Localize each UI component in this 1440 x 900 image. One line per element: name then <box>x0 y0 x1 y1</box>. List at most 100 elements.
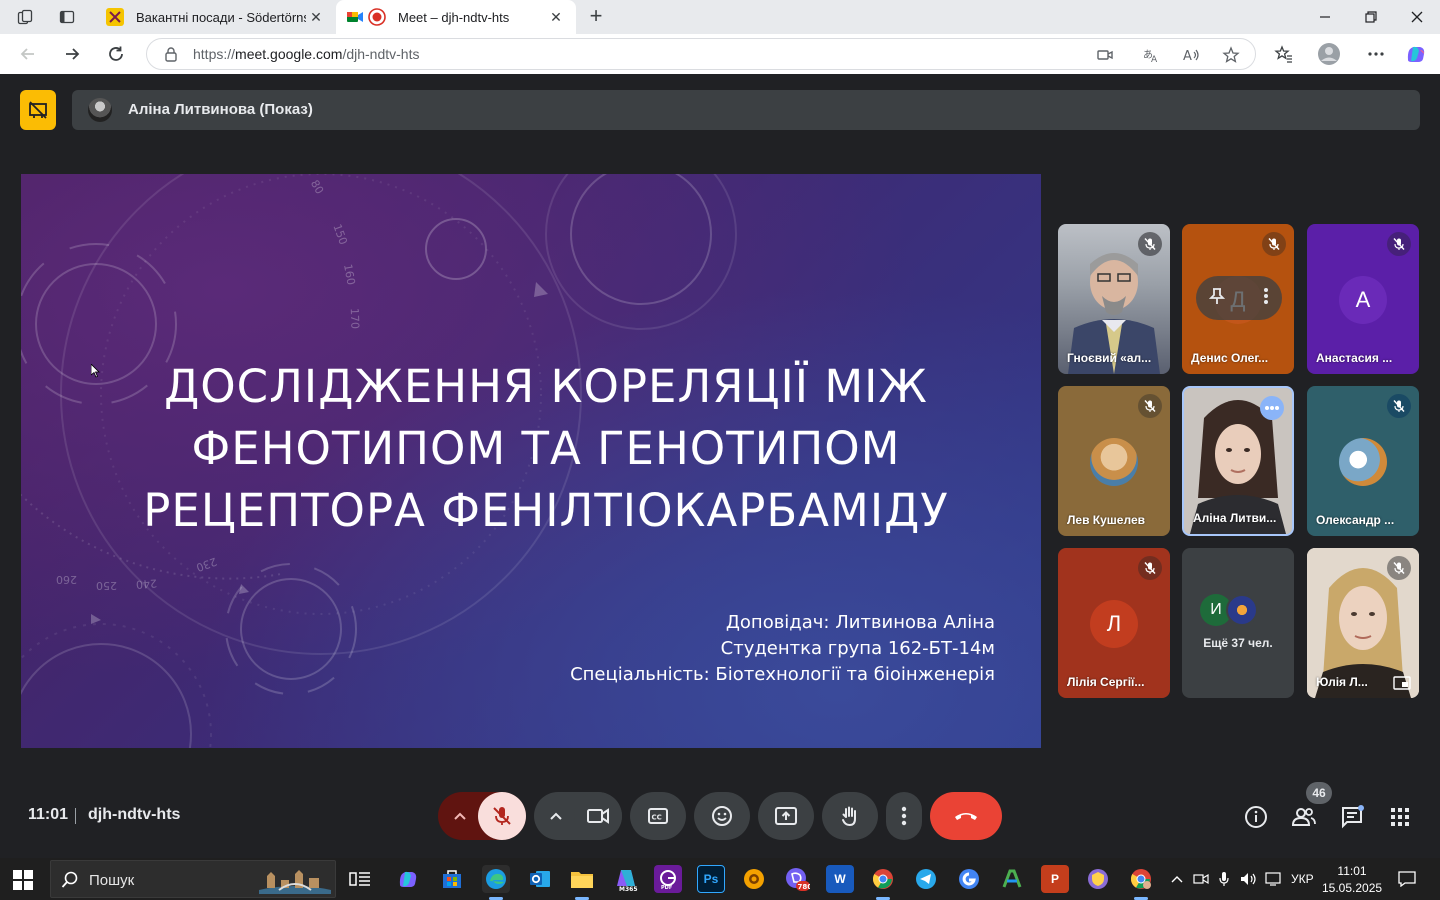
restore-icon[interactable] <box>1356 5 1386 29</box>
presenter-bar: Аліна Литвинова (Показ) <box>72 90 1420 130</box>
camera-toggle[interactable] <box>574 792 622 840</box>
back-icon[interactable] <box>16 42 40 66</box>
picture-in-picture-icon[interactable] <box>1393 676 1411 690</box>
mouse-cursor-icon <box>91 364 100 378</box>
notifications-icon[interactable] <box>1398 870 1416 888</box>
tab-actions-icon[interactable] <box>56 6 78 28</box>
lock-icon[interactable] <box>163 46 179 62</box>
microphone-in-use-icon[interactable] <box>1215 870 1233 888</box>
people-button[interactable] <box>1288 801 1320 833</box>
mic-off-icon <box>1262 232 1286 256</box>
tab-meet[interactable]: Meet – djh-ndtv-hts ✕ <box>336 0 576 34</box>
search-label: Пошук <box>89 872 135 889</box>
participant-name: Денис Олег... <box>1191 351 1269 365</box>
powerpoint-app-icon[interactable]: P <box>1041 865 1069 893</box>
minimize-icon[interactable] <box>1310 5 1340 29</box>
forward-icon[interactable] <box>60 42 84 66</box>
svg-text:160: 160 <box>341 263 357 286</box>
present-screen-button[interactable] <box>758 792 814 840</box>
svg-text:250: 250 <box>96 579 117 592</box>
chat-button[interactable] <box>1336 801 1368 833</box>
read-aloud-icon[interactable]: A <box>1181 45 1201 65</box>
mic-off-icon <box>1387 556 1411 580</box>
participant-tile[interactable]: Д Денис Олег... <box>1182 224 1294 374</box>
participant-tile[interactable]: Гноєвий «ал... <box>1058 224 1170 374</box>
participant-name: Олександр ... <box>1316 513 1395 527</box>
more-menu-icon[interactable] <box>1364 42 1388 66</box>
camera-in-use-icon[interactable] <box>1192 870 1210 888</box>
close-tab-icon[interactable]: ✕ <box>546 7 566 27</box>
favorite-star-icon[interactable] <box>1221 45 1241 65</box>
vpn-app-icon[interactable] <box>1084 865 1112 893</box>
input-language[interactable]: УКР <box>1291 872 1314 886</box>
meeting-details-button[interactable] <box>1240 801 1272 833</box>
captions-button[interactable]: CC <box>630 792 686 840</box>
participant-name: Гноєвий «ал... <box>1067 351 1152 365</box>
more-participants-tile[interactable]: И Ещё 37 чел. <box>1182 548 1294 698</box>
file-explorer-icon[interactable] <box>568 865 596 893</box>
word-app-icon[interactable]: W <box>826 865 854 893</box>
cad-app-icon[interactable] <box>998 865 1026 893</box>
address-bar[interactable]: https://meet.google.com/djh-ndtv-hts あA … <box>146 38 1256 70</box>
participant-name: Анастасия ... <box>1316 351 1393 365</box>
mic-off-icon <box>1138 232 1162 256</box>
participant-tile[interactable]: Олександр ... <box>1307 386 1419 536</box>
edge-app-icon[interactable] <box>482 865 510 893</box>
windows-taskbar: Пошук M365 PDF Ps 780 W P УКР 11:01 15.0… <box>0 858 1440 900</box>
camera-permission-icon[interactable] <box>1095 45 1115 65</box>
participant-name: Лев Кушелев <box>1067 513 1145 527</box>
profile-avatar[interactable] <box>1317 42 1341 66</box>
close-tab-icon[interactable]: ✕ <box>306 7 326 27</box>
pin-icon[interactable] <box>1208 287 1225 310</box>
mic-off-icon <box>1387 232 1411 256</box>
tile-more-icon[interactable] <box>1263 287 1269 310</box>
participant-tile[interactable]: Юлія Л... <box>1307 548 1419 698</box>
browser-app-icon[interactable] <box>740 865 768 893</box>
system-clock[interactable]: 11:01 15.05.2025 <box>1322 863 1382 897</box>
display-icon[interactable] <box>1264 870 1282 888</box>
close-window-icon[interactable] <box>1402 5 1432 29</box>
reactions-button[interactable] <box>694 792 750 840</box>
translate-icon[interactable]: あA <box>1141 45 1161 65</box>
reload-icon[interactable] <box>104 42 128 66</box>
participant-initial: Л <box>1090 600 1138 648</box>
participant-tile[interactable]: Лев Кушелев <box>1058 386 1170 536</box>
activities-button[interactable] <box>1384 801 1416 833</box>
more-options-button[interactable] <box>886 792 922 840</box>
viber-app-icon[interactable]: 780 <box>783 865 811 893</box>
participant-tile[interactable]: Л Лілія Сергії... <box>1058 548 1170 698</box>
favorites-icon[interactable] <box>1272 42 1296 66</box>
participant-tile-active-speaker[interactable]: Аліна Литви... <box>1182 386 1294 536</box>
m365-app-icon[interactable]: M365 <box>612 865 640 893</box>
copilot-icon[interactable] <box>1404 42 1428 66</box>
chrome-app-icon-2[interactable] <box>955 865 983 893</box>
url-text: https://meet.google.com/djh-ndtv-hts <box>193 46 420 62</box>
volume-icon[interactable] <box>1240 870 1258 888</box>
new-tab-button[interactable]: + <box>584 5 608 29</box>
taskbar-search[interactable]: Пошук <box>50 860 336 898</box>
photoshop-app-icon[interactable]: Ps <box>697 865 725 893</box>
divider <box>75 808 76 824</box>
svg-text:A: A <box>1183 49 1192 64</box>
copilot-app-icon[interactable] <box>394 865 422 893</box>
browser-tab-bar: Вакантні посади - Södertörns hö ✕ Meet –… <box>0 0 1440 34</box>
leave-call-button[interactable] <box>930 792 1002 840</box>
windows-start-icon[interactable] <box>13 870 33 890</box>
microphone-toggle[interactable] <box>478 792 526 840</box>
store-app-icon[interactable] <box>438 865 466 893</box>
tab-vacancies[interactable]: Вакантні посади - Södertörns hö ✕ <box>96 0 336 34</box>
apps-grid-icon <box>1391 808 1409 826</box>
presentation-badge[interactable] <box>20 90 56 130</box>
pdf-app-icon[interactable]: PDF <box>654 865 682 893</box>
telegram-app-icon[interactable] <box>912 865 940 893</box>
participant-tile[interactable]: А Анастасия ... <box>1307 224 1419 374</box>
task-view-icon[interactable] <box>346 865 374 893</box>
svg-text:A: A <box>1151 55 1158 64</box>
chrome-app-icon[interactable] <box>869 865 897 893</box>
workspaces-icon[interactable] <box>14 6 36 28</box>
chrome-profile-app-icon[interactable] <box>1127 865 1155 893</box>
info-icon <box>1245 806 1267 828</box>
raise-hand-button[interactable] <box>822 792 878 840</box>
show-hidden-icons[interactable] <box>1168 870 1186 888</box>
outlook-app-icon[interactable] <box>526 865 554 893</box>
